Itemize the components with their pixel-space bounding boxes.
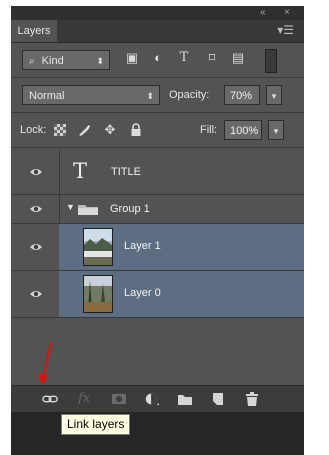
opacity-input[interactable]: 70% [224, 85, 260, 105]
layer-row-title[interactable]: T TITLE [11, 150, 304, 195]
chevron-updown-icon: ⬍ [146, 91, 154, 101]
panel-menu-icon[interactable]: ▾☰ [277, 23, 294, 37]
layer-row-layer-0[interactable]: Layer 0 [11, 271, 304, 318]
layer-name: TITLE [111, 166, 141, 178]
layer-thumbnail [83, 275, 113, 313]
type-layer-icon: T [73, 159, 88, 183]
eye-icon [30, 169, 42, 175]
lock-position-icon[interactable]: ✥ [102, 122, 118, 138]
search-icon: ⌕ [29, 56, 35, 67]
lock-label: Lock: [20, 124, 47, 136]
eye-icon [30, 206, 42, 212]
folder-icon [78, 205, 98, 215]
layer-row-layer-1[interactable]: Layer 1 [11, 224, 304, 271]
fill-label: Fill: [200, 124, 218, 136]
visibility-toggle[interactable] [11, 195, 60, 223]
filter-toggle-switch[interactable] [265, 49, 277, 73]
chevron-down-icon: ▾ [271, 91, 277, 101]
panel-titlebar: « × [11, 6, 304, 20]
visibility-toggle[interactable] [11, 271, 60, 317]
lock-all-icon[interactable] [130, 123, 142, 137]
eye-icon [30, 291, 42, 297]
new-layer-icon[interactable] [210, 391, 226, 407]
fill-slider-toggle[interactable]: ▾ [268, 120, 284, 140]
opacity-label: Opacity: [169, 89, 210, 101]
chevron-updown-icon: ⬍ [96, 56, 104, 66]
link-layers-icon[interactable] [42, 391, 58, 407]
new-group-icon[interactable] [177, 391, 193, 407]
lock-row: Lock: ✥ Fill: 100% ▾ [11, 113, 304, 148]
type-filter-icon[interactable]: T [176, 50, 192, 66]
image-filter-icon[interactable]: ▣ [124, 50, 140, 66]
layer-name: Group 1 [110, 203, 150, 215]
opacity-value: 70% [230, 90, 253, 102]
annotation-arrow [38, 341, 52, 385]
eye-icon [30, 244, 42, 250]
fill-value: 100% [230, 125, 259, 137]
tooltip: Link layers [61, 414, 131, 435]
opacity-slider-toggle[interactable]: ▾ [266, 85, 282, 105]
filter-kind-select[interactable]: ⌕ Kind ⬍ [22, 50, 110, 70]
panel-tab-bar: Layers ▾☰ [11, 20, 304, 43]
adjustment-layer-icon[interactable] [144, 391, 160, 407]
blend-mode-select[interactable]: Normal ⬍ [22, 85, 160, 105]
visibility-toggle[interactable] [11, 150, 60, 194]
layers-panel: « × Layers ▾☰ ⌕ Kind ⬍ ▣ ◐ T ⌑ ▤ Normal [11, 6, 304, 455]
adjustment-filter-icon[interactable]: ◐ [150, 50, 166, 66]
filter-row: ⌕ Kind ⬍ ▣ ◐ T ⌑ ▤ [11, 43, 304, 78]
smart-object-filter-icon[interactable]: ▤ [230, 50, 246, 66]
fx-icon[interactable]: fx [78, 391, 94, 407]
tooltip-text: Link layers [67, 417, 125, 431]
tab-layers[interactable]: Layers [11, 20, 57, 42]
blend-mode-value: Normal [29, 90, 65, 102]
layer-thumbnail [83, 228, 113, 266]
layer-mask-icon[interactable] [111, 391, 127, 407]
lock-image-pixels-icon[interactable] [77, 123, 91, 137]
tab-layers-label: Layers [17, 25, 51, 37]
fill-input[interactable]: 100% [224, 120, 262, 140]
blend-row: Normal ⬍ Opacity: 70% ▾ [11, 78, 304, 113]
chevron-down-icon: ▾ [273, 126, 279, 136]
close-icon[interactable]: × [284, 6, 290, 20]
layers-footer: fx [11, 385, 304, 412]
layer-list: T TITLE ▼ Group 1 Layer 1 Layer 0 [11, 150, 304, 370]
visibility-toggle[interactable] [11, 224, 60, 270]
filter-kind-label: Kind [41, 55, 64, 67]
trash-icon[interactable] [244, 391, 260, 407]
layer-name: Layer 0 [124, 287, 161, 299]
lock-transparent-pixels-icon[interactable] [54, 124, 66, 136]
disclosure-triangle-icon[interactable]: ▼ [66, 202, 75, 212]
layer-name: Layer 1 [124, 240, 161, 252]
layers-content: ⌕ Kind ⬍ ▣ ◐ T ⌑ ▤ Normal ⬍ Opacity: 70%… [11, 43, 304, 385]
double-chevron-icon[interactable]: « [260, 6, 266, 20]
shape-filter-icon[interactable]: ⌑ [204, 50, 220, 66]
layer-row-group-1[interactable]: ▼ Group 1 [11, 195, 304, 224]
